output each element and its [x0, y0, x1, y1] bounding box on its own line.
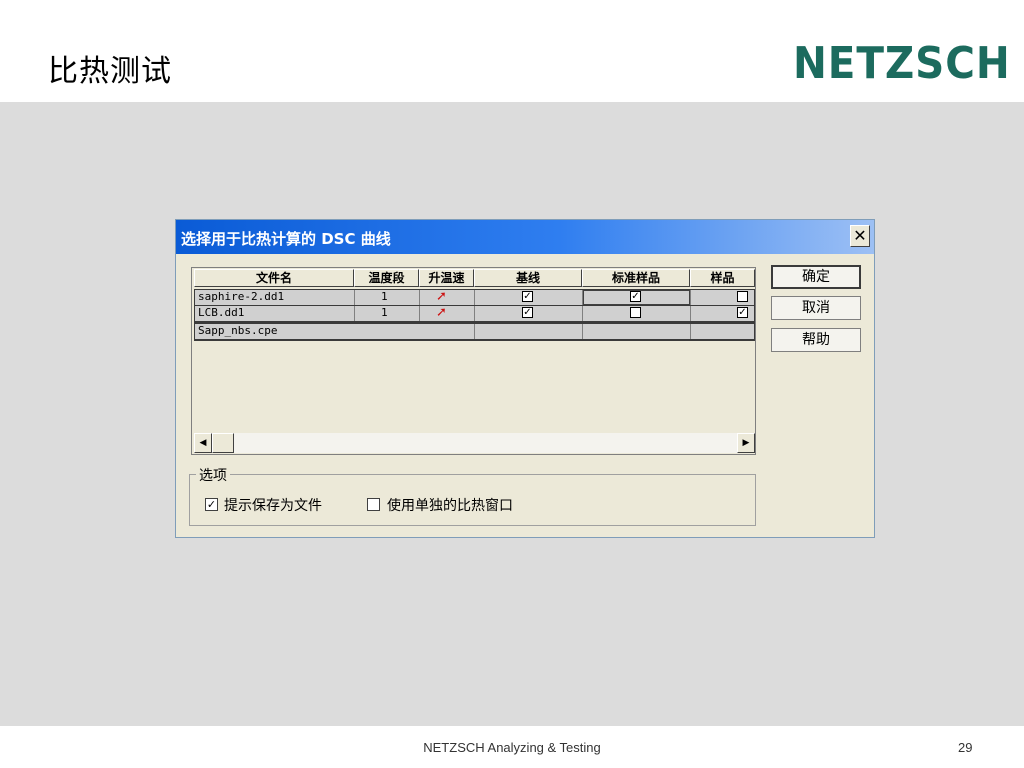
standard-checkbox[interactable]	[630, 307, 641, 318]
scroll-thumb[interactable]	[212, 433, 234, 453]
column-divider	[354, 306, 355, 321]
column-header-segment[interactable]: 温度段	[354, 269, 419, 287]
cancel-button[interactable]: 取消	[771, 296, 861, 320]
dsc-curve-dialog: 选择用于比热计算的 DSC 曲线 ✕ 文件名 温度段 升温速 基线 标准样品 样…	[175, 219, 875, 538]
column-header-filename[interactable]: 文件名	[194, 269, 354, 287]
page-number: 29	[958, 740, 973, 755]
column-divider	[354, 290, 355, 305]
column-divider	[582, 324, 583, 339]
cell-filename: saphire-2.dd1	[198, 290, 285, 303]
cell-filename: LCB.dd1	[198, 306, 245, 319]
column-header-heating-rate[interactable]: 升温速	[419, 269, 474, 287]
baseline-checkbox[interactable]: ✓	[522, 307, 533, 318]
column-divider	[690, 290, 691, 305]
scroll-left-button[interactable]: ◀	[194, 433, 212, 453]
table-row[interactable]: Sapp_nbs.cpe	[195, 324, 754, 339]
table-row[interactable]: saphire-2.dd1 1 ➚ ✓ ✓	[195, 290, 754, 305]
cell-segment: 1	[381, 290, 388, 303]
separate-window-label[interactable]: 使用单独的比热窗口	[387, 495, 513, 515]
horizontal-scrollbar[interactable]: ◀ ▶	[194, 433, 755, 453]
scroll-right-button[interactable]: ▶	[737, 433, 755, 453]
save-file-label[interactable]: 提示保存为文件	[224, 495, 322, 515]
column-divider	[419, 306, 420, 321]
ok-button[interactable]: 确定	[771, 265, 861, 289]
dialog-titlebar[interactable]: 选择用于比热计算的 DSC 曲线 ✕	[176, 220, 874, 254]
sample-checkbox[interactable]: ✓	[737, 307, 748, 318]
dialog-title: 选择用于比热计算的 DSC 曲线	[181, 230, 391, 248]
column-divider	[582, 306, 583, 321]
grid-header: 文件名 温度段 升温速 基线 标准样品 样品	[194, 269, 755, 289]
column-divider	[474, 324, 475, 339]
column-header-sample[interactable]: 样品	[690, 269, 755, 287]
cell-filename: Sapp_nbs.cpe	[198, 324, 278, 337]
options-group-label: 选项	[196, 465, 230, 485]
column-divider	[419, 290, 420, 305]
sample-checkbox[interactable]	[737, 291, 748, 302]
save-file-checkbox[interactable]: ✓	[205, 498, 218, 511]
column-divider	[690, 306, 691, 321]
cell-segment: 1	[381, 306, 388, 319]
column-divider	[474, 290, 475, 305]
column-divider	[474, 306, 475, 321]
grid-empty-area	[194, 342, 755, 432]
close-button[interactable]: ✕	[850, 225, 870, 247]
column-divider	[690, 324, 691, 339]
grid-body: saphire-2.dd1 1 ➚ ✓ ✓ LCB.dd1 1 ➚ ✓ ✓ Sa…	[194, 289, 755, 341]
red-arrow-icon: ➚	[436, 289, 447, 304]
slide-title: 比热测试	[48, 54, 172, 89]
help-button[interactable]: 帮助	[771, 328, 861, 352]
netzsch-logo: NETZSCH	[793, 38, 1011, 89]
standard-checkbox[interactable]: ✓	[630, 291, 641, 302]
baseline-checkbox[interactable]: ✓	[522, 291, 533, 302]
footer-text: NETZSCH Analyzing & Testing	[423, 740, 601, 755]
column-header-baseline[interactable]: 基线	[474, 269, 582, 287]
table-row[interactable]: LCB.dd1 1 ➚ ✓ ✓	[195, 306, 754, 321]
red-arrow-icon: ➚	[436, 305, 447, 320]
separate-window-checkbox[interactable]	[367, 498, 380, 511]
column-header-standard[interactable]: 标准样品	[582, 269, 690, 287]
slide-header: 比热测试 NETZSCH	[0, 0, 1024, 102]
curve-grid: 文件名 温度段 升温速 基线 标准样品 样品 saphire-2.dd1 1 ➚…	[191, 267, 756, 455]
